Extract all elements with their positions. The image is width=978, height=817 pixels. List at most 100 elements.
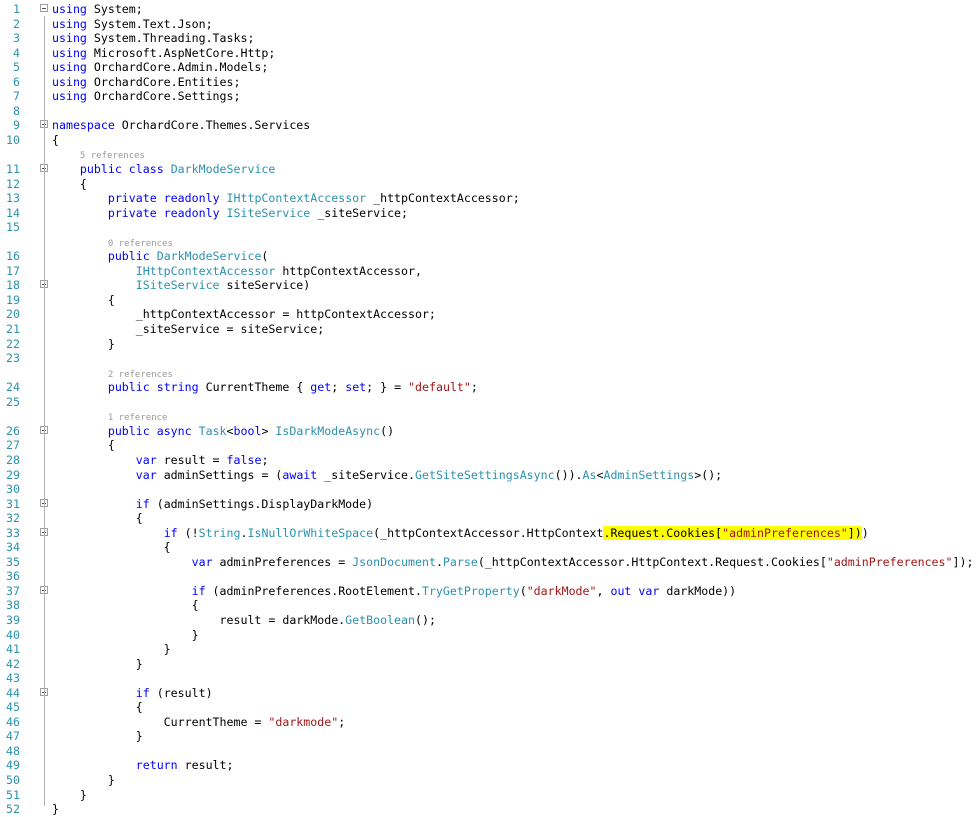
code-lens-line[interactable]: 5 references: [0, 147, 978, 162]
code-line[interactable]: 19 {: [0, 293, 978, 308]
references-count[interactable]: 1 reference: [108, 413, 168, 423]
code-line[interactable]: 42 }: [0, 657, 978, 672]
code-token: using: [52, 2, 87, 16]
code-line[interactable]: 3 using System.Threading.Tasks;: [0, 31, 978, 46]
code-text: if (adminSettings.DisplayDarkMode): [52, 497, 373, 512]
code-line[interactable]: 46 CurrentTheme = "darkmode";: [0, 715, 978, 730]
code-token: var: [638, 583, 660, 598]
code-line[interactable]: 31 if (adminSettings.DisplayDarkMode): [0, 497, 978, 512]
code-line[interactable]: 8: [0, 104, 978, 119]
code-token: ;: [338, 714, 346, 729]
code-text: {: [52, 511, 143, 526]
code-line[interactable]: 6 using OrchardCore.Entities;: [0, 75, 978, 90]
code-line[interactable]: 24 public string CurrentTheme { get; set…: [0, 380, 978, 395]
code-line[interactable]: 30: [0, 482, 978, 497]
code-line[interactable]: 49 return result;: [0, 758, 978, 773]
code-line[interactable]: 29 var adminSettings = (await _siteServi…: [0, 468, 978, 483]
code-line[interactable]: 12 {: [0, 177, 978, 192]
code-line[interactable]: 45 {: [0, 700, 978, 715]
code-line[interactable]: 5 using OrchardCore.Admin.Models;: [0, 60, 978, 75]
code-line[interactable]: 47 }: [0, 729, 978, 744]
code-line[interactable]: 10 {: [0, 133, 978, 148]
code-line[interactable]: 2 using System.Text.Json;: [0, 17, 978, 32]
code-token: .Request.Cookies[: [603, 525, 723, 540]
code-line[interactable]: 13 private readonly IHttpContextAccessor…: [0, 191, 978, 206]
code-editor[interactable]: 1 using System; 2 using System.Text.Json; 3 u…: [0, 0, 978, 816]
line-number: 45: [6, 700, 20, 715]
code-area[interactable]: 1 using System; 2 using System.Text.Json; 3 u…: [0, 2, 978, 817]
code-token: using: [52, 31, 87, 46]
code-line[interactable]: 35 var adminPreferences = JsonDocument.P…: [0, 555, 978, 570]
code-line[interactable]: 52}: [0, 802, 978, 817]
code-token: public: [107, 380, 150, 395]
code-token: }: [52, 772, 115, 787]
line-number: 35: [6, 554, 20, 569]
code-line[interactable]: 48: [0, 744, 978, 759]
code-line[interactable]: 51 }: [0, 788, 978, 803]
code-token: {: [52, 292, 115, 307]
code-line[interactable]: 16 public DarkModeService(: [0, 249, 978, 264]
code-line[interactable]: 39 result = darkMode.GetBoolean();: [0, 613, 978, 628]
code-line[interactable]: 28 var result = false;: [0, 453, 978, 468]
code-line[interactable]: 1 using System;: [0, 2, 978, 17]
code-line[interactable]: 40 }: [0, 628, 978, 643]
code-token: using: [52, 89, 87, 104]
references-count[interactable]: 5 references: [80, 151, 145, 161]
code-line[interactable]: 41 }: [0, 642, 978, 657]
code-line[interactable]: 50 }: [0, 773, 978, 788]
code-token: string: [156, 380, 199, 395]
code-token: bool: [233, 423, 262, 438]
code-line[interactable]: 9 namespace OrchardCore.Themes.Services: [0, 118, 978, 133]
code-text: using OrchardCore.Entities;: [52, 75, 240, 90]
code-line[interactable]: 33 if (!String.IsNullOrWhiteSpace(_httpC…: [0, 525, 978, 541]
code-line[interactable]: 34 {: [0, 540, 978, 555]
code-line[interactable]: 15: [0, 220, 978, 235]
line-number: 12: [6, 176, 20, 191]
code-token: result = darkMode.: [52, 612, 346, 627]
code-line[interactable]: 17 IHttpContextAccessor httpContextAcces…: [0, 264, 978, 279]
code-line[interactable]: 32 {: [0, 511, 978, 526]
code-line[interactable]: 23: [0, 351, 978, 366]
code-line[interactable]: 44 if (result): [0, 686, 978, 701]
line-number: 19: [6, 292, 20, 307]
code-token: {: [52, 540, 171, 555]
code-token: Microsoft.AspNetCore.Http;: [86, 45, 276, 60]
code-line[interactable]: 11 public class DarkModeService: [0, 162, 978, 177]
code-line[interactable]: 14 private readonly ISiteService _siteSe…: [0, 206, 978, 221]
code-token: result;: [177, 758, 234, 773]
code-line[interactable]: 43: [0, 671, 978, 686]
code-token: (adminSettings.DisplayDarkMode): [149, 496, 374, 511]
code-text: ISiteService siteService): [52, 278, 311, 293]
code-line[interactable]: 25: [0, 395, 978, 410]
references-count[interactable]: 0 references: [108, 239, 173, 249]
code-token: GetSiteSettingsAsync: [415, 467, 555, 482]
code-text: public class DarkModeService: [52, 162, 275, 177]
code-text: {: [52, 177, 87, 192]
code-line[interactable]: 22 }: [0, 337, 978, 352]
code-line[interactable]: 7 using OrchardCore.Settings;: [0, 89, 978, 104]
code-text: IHttpContextAccessor httpContextAccessor…: [52, 264, 422, 279]
code-line[interactable]: 38 {: [0, 598, 978, 613]
code-line[interactable]: 36: [0, 569, 978, 584]
references-count[interactable]: 2 references: [108, 370, 173, 380]
code-line[interactable]: 18 ISiteService siteService): [0, 278, 978, 293]
code-line[interactable]: 27 {: [0, 438, 978, 453]
line-number: 15: [6, 220, 20, 235]
code-text: using Microsoft.AspNetCore.Http;: [52, 46, 275, 61]
code-line[interactable]: 26 public async Task<bool> IsDarkModeAsy…: [0, 424, 978, 439]
collapse-icon[interactable]: [40, 4, 48, 12]
code-line[interactable]: 20 _httpContextAccessor = httpContextAcc…: [0, 307, 978, 322]
code-token: "adminPreferences": [722, 525, 848, 540]
code-lens-line[interactable]: 0 references: [0, 235, 978, 250]
code-line[interactable]: 4 using Microsoft.AspNetCore.Http;: [0, 46, 978, 61]
code-text: _httpContextAccessor = httpContextAccess…: [52, 307, 436, 322]
code-lens-line[interactable]: 1 reference: [0, 409, 978, 424]
code-lens-line[interactable]: 2 references: [0, 366, 978, 381]
code-line[interactable]: 37 if (adminPreferences.RootElement.TryG…: [0, 584, 978, 599]
code-line[interactable]: 21 _siteService = siteService;: [0, 322, 978, 337]
code-token: using: [52, 74, 87, 89]
